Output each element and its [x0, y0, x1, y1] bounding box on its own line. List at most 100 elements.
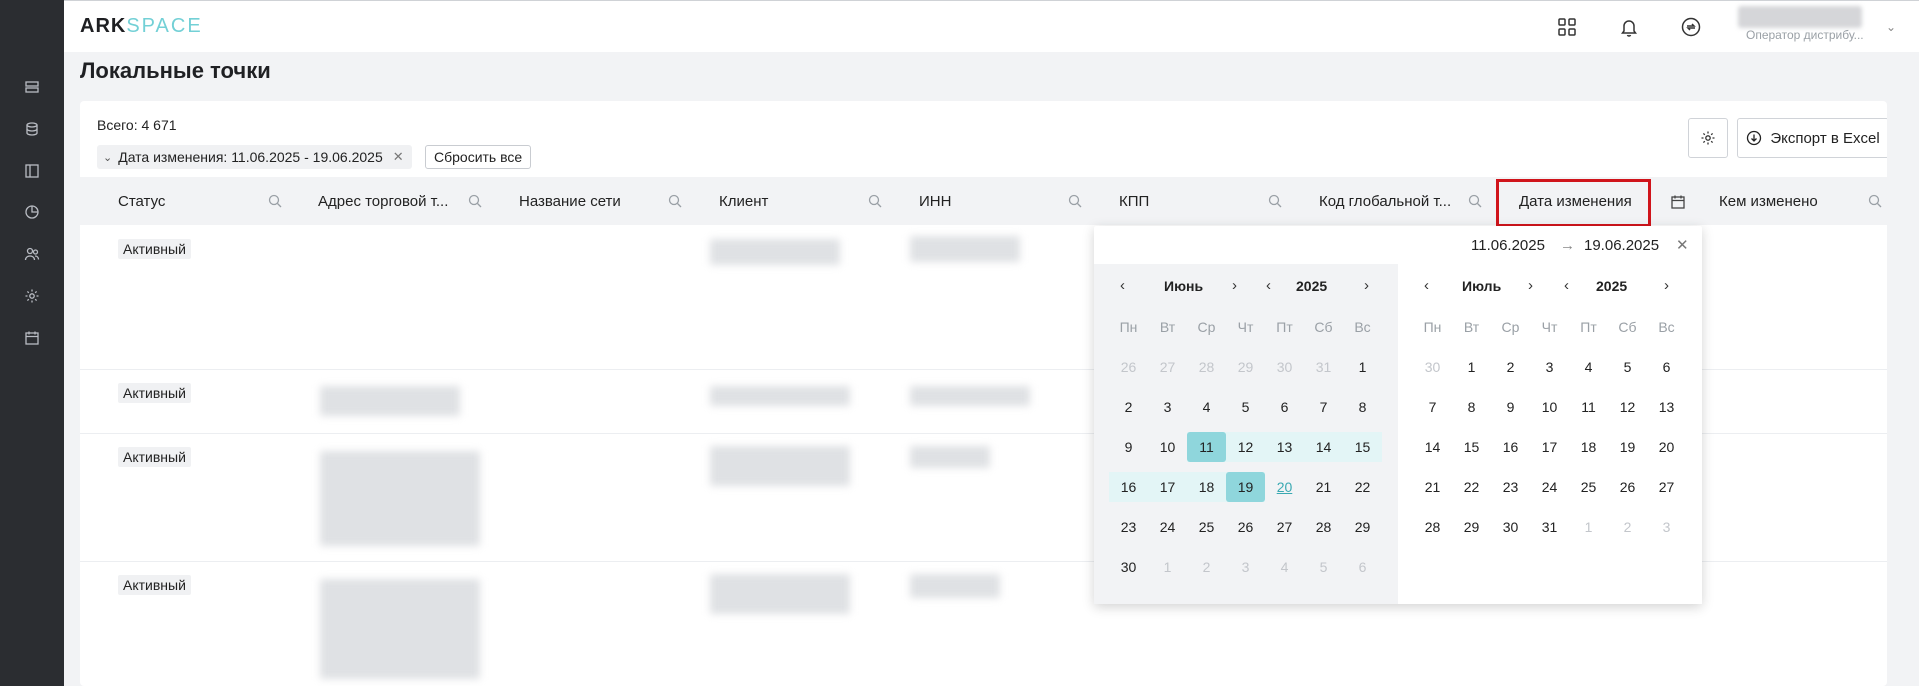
calendar-day[interactable]: 21: [1413, 472, 1452, 502]
calendar-day[interactable]: 1: [1452, 352, 1491, 382]
prev-year-icon[interactable]: ‹: [1266, 277, 1271, 294]
calendar-day[interactable]: 5: [1226, 392, 1265, 422]
calendar-day[interactable]: 26: [1226, 512, 1265, 542]
calendar-day[interactable]: 12: [1608, 392, 1647, 422]
calendar-day[interactable]: 5: [1608, 352, 1647, 382]
calendar-day[interactable]: 5: [1304, 552, 1343, 582]
calendar-day[interactable]: 24: [1148, 512, 1187, 542]
calendar-day[interactable]: 3: [1226, 552, 1265, 582]
calendar-day[interactable]: 19: [1226, 472, 1265, 502]
year-name[interactable]: 2025: [1596, 278, 1627, 294]
calendar-day[interactable]: 22: [1343, 472, 1382, 502]
calendar-day[interactable]: 23: [1491, 472, 1530, 502]
calendar-day[interactable]: 22: [1452, 472, 1491, 502]
calendar-day[interactable]: 6: [1343, 552, 1382, 582]
calendar-day[interactable]: 10: [1530, 392, 1569, 422]
calendar-day[interactable]: 2: [1608, 512, 1647, 542]
calendar-day[interactable]: 29: [1452, 512, 1491, 542]
calendar-day[interactable]: 2: [1187, 552, 1226, 582]
search-icon[interactable]: [1268, 194, 1282, 208]
chevron-down-icon[interactable]: ⌄: [1886, 20, 1896, 34]
table-settings-button[interactable]: [1688, 118, 1728, 158]
calendar-day[interactable]: 27: [1265, 512, 1304, 542]
col-inn[interactable]: ИНН: [919, 177, 951, 225]
search-icon[interactable]: [468, 194, 482, 208]
calendar-day[interactable]: 9: [1109, 432, 1148, 462]
calendar-day[interactable]: 7: [1304, 392, 1343, 422]
month-name[interactable]: Июль: [1462, 278, 1501, 294]
calendar-day[interactable]: 6: [1647, 352, 1686, 382]
calendar-day[interactable]: 25: [1187, 512, 1226, 542]
database-icon[interactable]: [22, 119, 42, 139]
calendar-day[interactable]: 7: [1413, 392, 1452, 422]
search-icon[interactable]: [268, 194, 282, 208]
col-global-code[interactable]: Код глобальной т...: [1319, 177, 1451, 225]
calendar-day[interactable]: 31: [1530, 512, 1569, 542]
calendar-day[interactable]: 10: [1148, 432, 1187, 462]
export-excel-button[interactable]: Экспорт в Excel: [1737, 118, 1887, 158]
next-month-icon[interactable]: ›: [1232, 277, 1237, 294]
calendar-day[interactable]: 4: [1265, 552, 1304, 582]
calendar-icon[interactable]: [22, 328, 42, 348]
calendar-day[interactable]: 28: [1187, 352, 1226, 382]
calendar-day[interactable]: 15: [1452, 432, 1491, 462]
reset-all-button[interactable]: Сбросить все: [425, 145, 532, 169]
next-year-icon[interactable]: ›: [1664, 277, 1669, 294]
col-status[interactable]: Статус: [118, 177, 165, 225]
calendar-day[interactable]: 3: [1530, 352, 1569, 382]
calendar-day[interactable]: 13: [1647, 392, 1686, 422]
sync-icon[interactable]: [1679, 15, 1703, 39]
logo[interactable]: ARKSPACE: [80, 15, 203, 38]
search-icon[interactable]: [868, 194, 882, 208]
search-icon[interactable]: [1468, 194, 1482, 208]
calendar-day[interactable]: 3: [1647, 512, 1686, 542]
calendar-day[interactable]: 3: [1148, 392, 1187, 422]
calendar-day[interactable]: 30: [1265, 352, 1304, 382]
search-icon[interactable]: [1068, 194, 1082, 208]
calendar-day[interactable]: 16: [1109, 472, 1148, 502]
calendar-day[interactable]: 9: [1491, 392, 1530, 422]
calendar-day[interactable]: 6: [1265, 392, 1304, 422]
calendar-day[interactable]: 4: [1187, 392, 1226, 422]
calendar-day[interactable]: 21: [1304, 472, 1343, 502]
prev-year-icon[interactable]: ‹: [1564, 277, 1569, 294]
prev-month-icon[interactable]: ‹: [1120, 277, 1125, 294]
calendar-day[interactable]: 18: [1569, 432, 1608, 462]
close-icon[interactable]: ✕: [393, 149, 404, 165]
calendar-day[interactable]: 8: [1343, 392, 1382, 422]
calendar-day[interactable]: 11: [1569, 392, 1608, 422]
calendar-day[interactable]: 2: [1491, 352, 1530, 382]
calendar-day[interactable]: 18: [1187, 472, 1226, 502]
range-start-input[interactable]: 11.06.2025: [1471, 237, 1545, 254]
calendar-day[interactable]: 15: [1343, 432, 1382, 462]
calendar-day[interactable]: 26: [1608, 472, 1647, 502]
calendar-day[interactable]: 28: [1304, 512, 1343, 542]
calendar-day[interactable]: 25: [1569, 472, 1608, 502]
search-icon[interactable]: [1868, 194, 1882, 208]
calendar-day[interactable]: 28: [1413, 512, 1452, 542]
calendar-day[interactable]: 29: [1343, 512, 1382, 542]
calendar-day[interactable]: 1: [1148, 552, 1187, 582]
calendar-day[interactable]: 27: [1647, 472, 1686, 502]
calendar-day[interactable]: 30: [1413, 352, 1452, 382]
calendar-day[interactable]: 19: [1608, 432, 1647, 462]
layout-icon[interactable]: [22, 161, 42, 181]
apps-grid-icon[interactable]: [1555, 15, 1579, 39]
calendar-day[interactable]: 20: [1265, 472, 1304, 502]
next-year-icon[interactable]: ›: [1364, 277, 1369, 294]
col-address[interactable]: Адрес торговой т...: [318, 177, 448, 225]
calendar-day[interactable]: 14: [1413, 432, 1452, 462]
close-icon[interactable]: ✕: [1676, 236, 1689, 254]
calendar-day[interactable]: 30: [1109, 552, 1148, 582]
calendar-day[interactable]: 12: [1226, 432, 1265, 462]
calendar-icon[interactable]: [1670, 194, 1686, 210]
col-kpp[interactable]: КПП: [1119, 177, 1149, 225]
users-icon[interactable]: [22, 244, 42, 264]
list-icon[interactable]: [22, 77, 42, 97]
range-end-input[interactable]: 19.06.2025: [1584, 237, 1659, 254]
pie-chart-icon[interactable]: [22, 202, 42, 222]
calendar-day[interactable]: 29: [1226, 352, 1265, 382]
calendar-day[interactable]: 14: [1304, 432, 1343, 462]
year-name[interactable]: 2025: [1296, 278, 1327, 294]
calendar-day[interactable]: 31: [1304, 352, 1343, 382]
